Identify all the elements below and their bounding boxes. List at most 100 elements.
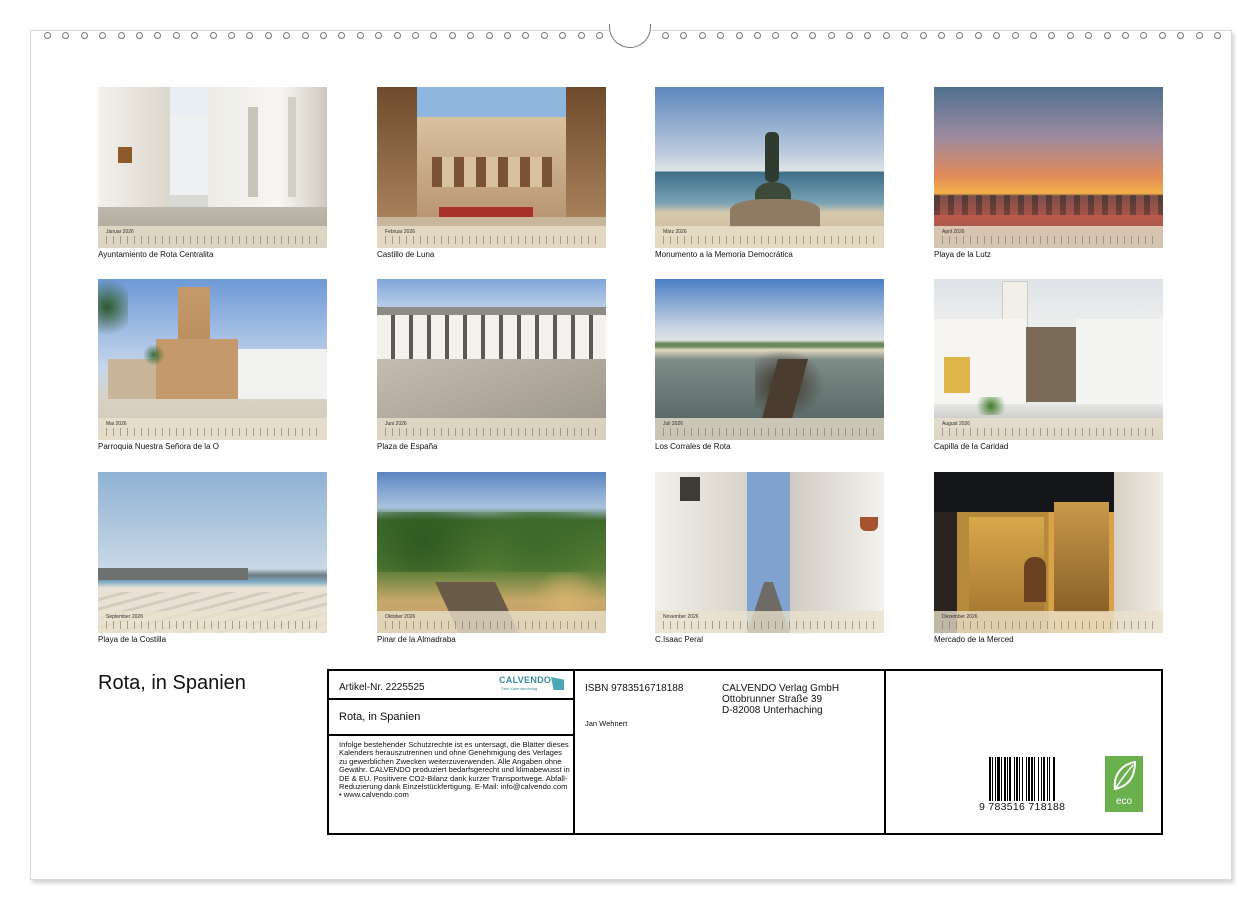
month-label: Juli 2026 bbox=[663, 421, 684, 427]
binding-ring bbox=[62, 32, 70, 39]
binding-ring bbox=[577, 32, 585, 39]
month-strip: Februar 2026 bbox=[377, 226, 606, 248]
binding-ring bbox=[301, 32, 309, 39]
binding-ring bbox=[393, 32, 401, 39]
photo-february: Februar 2026 bbox=[377, 87, 606, 248]
binding-ring bbox=[1140, 32, 1148, 39]
barcode-number: 9 783516 718188 bbox=[979, 801, 1066, 813]
photo-tile-may: Mai 2026 Parroquia Nuestra Señora de la … bbox=[98, 279, 327, 451]
month-strip: Juni 2026 bbox=[377, 418, 606, 440]
photo-december: Dezember 2026 bbox=[934, 472, 1163, 633]
month-strip: Juli 2026 bbox=[655, 418, 884, 440]
month-strip: April 2026 bbox=[934, 226, 1163, 248]
photo-caption: Mercado de la Merced bbox=[934, 635, 1014, 644]
isbn: ISBN 9783516718188 bbox=[585, 683, 684, 694]
photo-tile-april: April 2026 Playa de la Lutz bbox=[934, 87, 1163, 259]
binding-ring bbox=[662, 32, 669, 39]
photo-tile-november: November 2026 C.Isaac Peral bbox=[655, 472, 884, 644]
binding-ring bbox=[320, 32, 327, 39]
photo-may: Mai 2026 bbox=[98, 279, 327, 440]
month-strip: Januar 2026 bbox=[98, 226, 327, 248]
photo-tile-august: August 2026 Capilla de la Caridad bbox=[934, 279, 1163, 451]
day-ticks bbox=[385, 428, 598, 436]
binding-ring bbox=[1177, 32, 1185, 39]
binding-ring bbox=[754, 32, 761, 39]
photo-caption: Plaza de España bbox=[377, 442, 438, 451]
hanger-hook bbox=[609, 24, 651, 48]
photo-caption: Playa de la Costilla bbox=[98, 635, 167, 644]
binding-ring bbox=[974, 32, 982, 39]
binding-ring bbox=[504, 32, 511, 39]
box-title: Rota, in Spanien bbox=[339, 711, 421, 723]
binding-ring bbox=[283, 32, 291, 39]
binding-ring bbox=[809, 32, 817, 39]
publisher-street: Ottobrunner Straße 39 bbox=[722, 694, 823, 705]
binding-ring bbox=[356, 32, 364, 39]
binding-ring bbox=[1011, 32, 1019, 39]
month-label: Dezember 2026 bbox=[942, 614, 978, 620]
binding-ring bbox=[375, 32, 383, 39]
eco-label: eco bbox=[1115, 796, 1133, 807]
month-strip: September 2026 bbox=[98, 611, 327, 633]
spiral-binding bbox=[0, 24, 1260, 50]
photo-tile-july: Juli 2026 Los Corrales de Rota bbox=[655, 279, 884, 451]
photo-march: März 2026 bbox=[655, 87, 884, 248]
binding-ring bbox=[154, 32, 162, 39]
month-strip: Dezember 2026 bbox=[934, 611, 1163, 633]
product-info-box: Artikel-Nr. 2225525 CALVENDO Dein Kalend… bbox=[327, 669, 1163, 835]
binding-ring bbox=[680, 32, 688, 39]
photo-tile-march: März 2026 Monumento a la Memoria Democrá… bbox=[655, 87, 884, 259]
month-label: Januar 2026 bbox=[106, 229, 134, 235]
calendar-title: Rota, in Spanien bbox=[98, 672, 246, 694]
photo-tile-january: Januar 2026 Ayuntamiento de Rota Central… bbox=[98, 87, 327, 259]
eco-badge: eco bbox=[1105, 756, 1143, 812]
day-ticks bbox=[663, 621, 876, 629]
binding-ring bbox=[772, 32, 780, 39]
month-label: Juni 2026 bbox=[385, 421, 407, 427]
day-ticks bbox=[942, 236, 1155, 244]
article-number: Artikel-Nr. 2225525 bbox=[339, 682, 425, 693]
binding-ring bbox=[1085, 32, 1093, 39]
month-label: Februar 2026 bbox=[385, 229, 416, 235]
binding-ring bbox=[956, 32, 964, 39]
binding-ring bbox=[919, 32, 927, 39]
binding-ring bbox=[448, 32, 456, 39]
photo-june: Juni 2026 bbox=[377, 279, 606, 440]
binding-ring bbox=[209, 32, 217, 39]
binding-ring bbox=[882, 32, 890, 39]
photo-caption: Ayuntamiento de Rota Centralita bbox=[98, 250, 214, 259]
photo-caption: Capilla de la Caridad bbox=[934, 442, 1009, 451]
binding-ring bbox=[735, 32, 743, 39]
binding-ring bbox=[1195, 32, 1203, 39]
day-ticks bbox=[106, 428, 319, 436]
binding-ring bbox=[827, 32, 835, 39]
photo-caption: Parroquia Nuestra Señora de la O bbox=[98, 442, 219, 451]
photo-caption: Castillo de Luna bbox=[377, 250, 435, 259]
month-strip: März 2026 bbox=[655, 226, 884, 248]
publisher-city: D-82008 Unterhaching bbox=[722, 705, 823, 716]
binding-ring bbox=[44, 32, 51, 39]
binding-ring bbox=[1103, 32, 1111, 39]
photo-april: April 2026 bbox=[934, 87, 1163, 248]
barcode-icon bbox=[989, 757, 1055, 801]
month-label: September 2026 bbox=[106, 614, 143, 620]
day-ticks bbox=[106, 621, 319, 629]
binding-ring bbox=[596, 32, 603, 39]
month-label: November 2026 bbox=[663, 614, 699, 620]
binding-ring bbox=[790, 32, 798, 39]
day-ticks bbox=[385, 621, 598, 629]
month-strip: Mai 2026 bbox=[98, 418, 327, 440]
day-ticks bbox=[106, 236, 319, 244]
month-label: Oktober 2026 bbox=[385, 614, 416, 620]
month-strip: August 2026 bbox=[934, 418, 1163, 440]
binding-ring bbox=[698, 32, 706, 39]
month-label: April 2026 bbox=[942, 229, 965, 235]
photo-tile-september: September 2026 Playa de la Costilla bbox=[98, 472, 327, 644]
photo-october: Oktober 2026 bbox=[377, 472, 606, 633]
divider bbox=[573, 671, 575, 833]
month-strip: November 2026 bbox=[655, 611, 884, 633]
photo-january: Januar 2026 bbox=[98, 87, 327, 248]
photo-november: November 2026 bbox=[655, 472, 884, 633]
photo-tile-june: Juni 2026 Plaza de España bbox=[377, 279, 606, 451]
binding-ring bbox=[1158, 32, 1166, 39]
